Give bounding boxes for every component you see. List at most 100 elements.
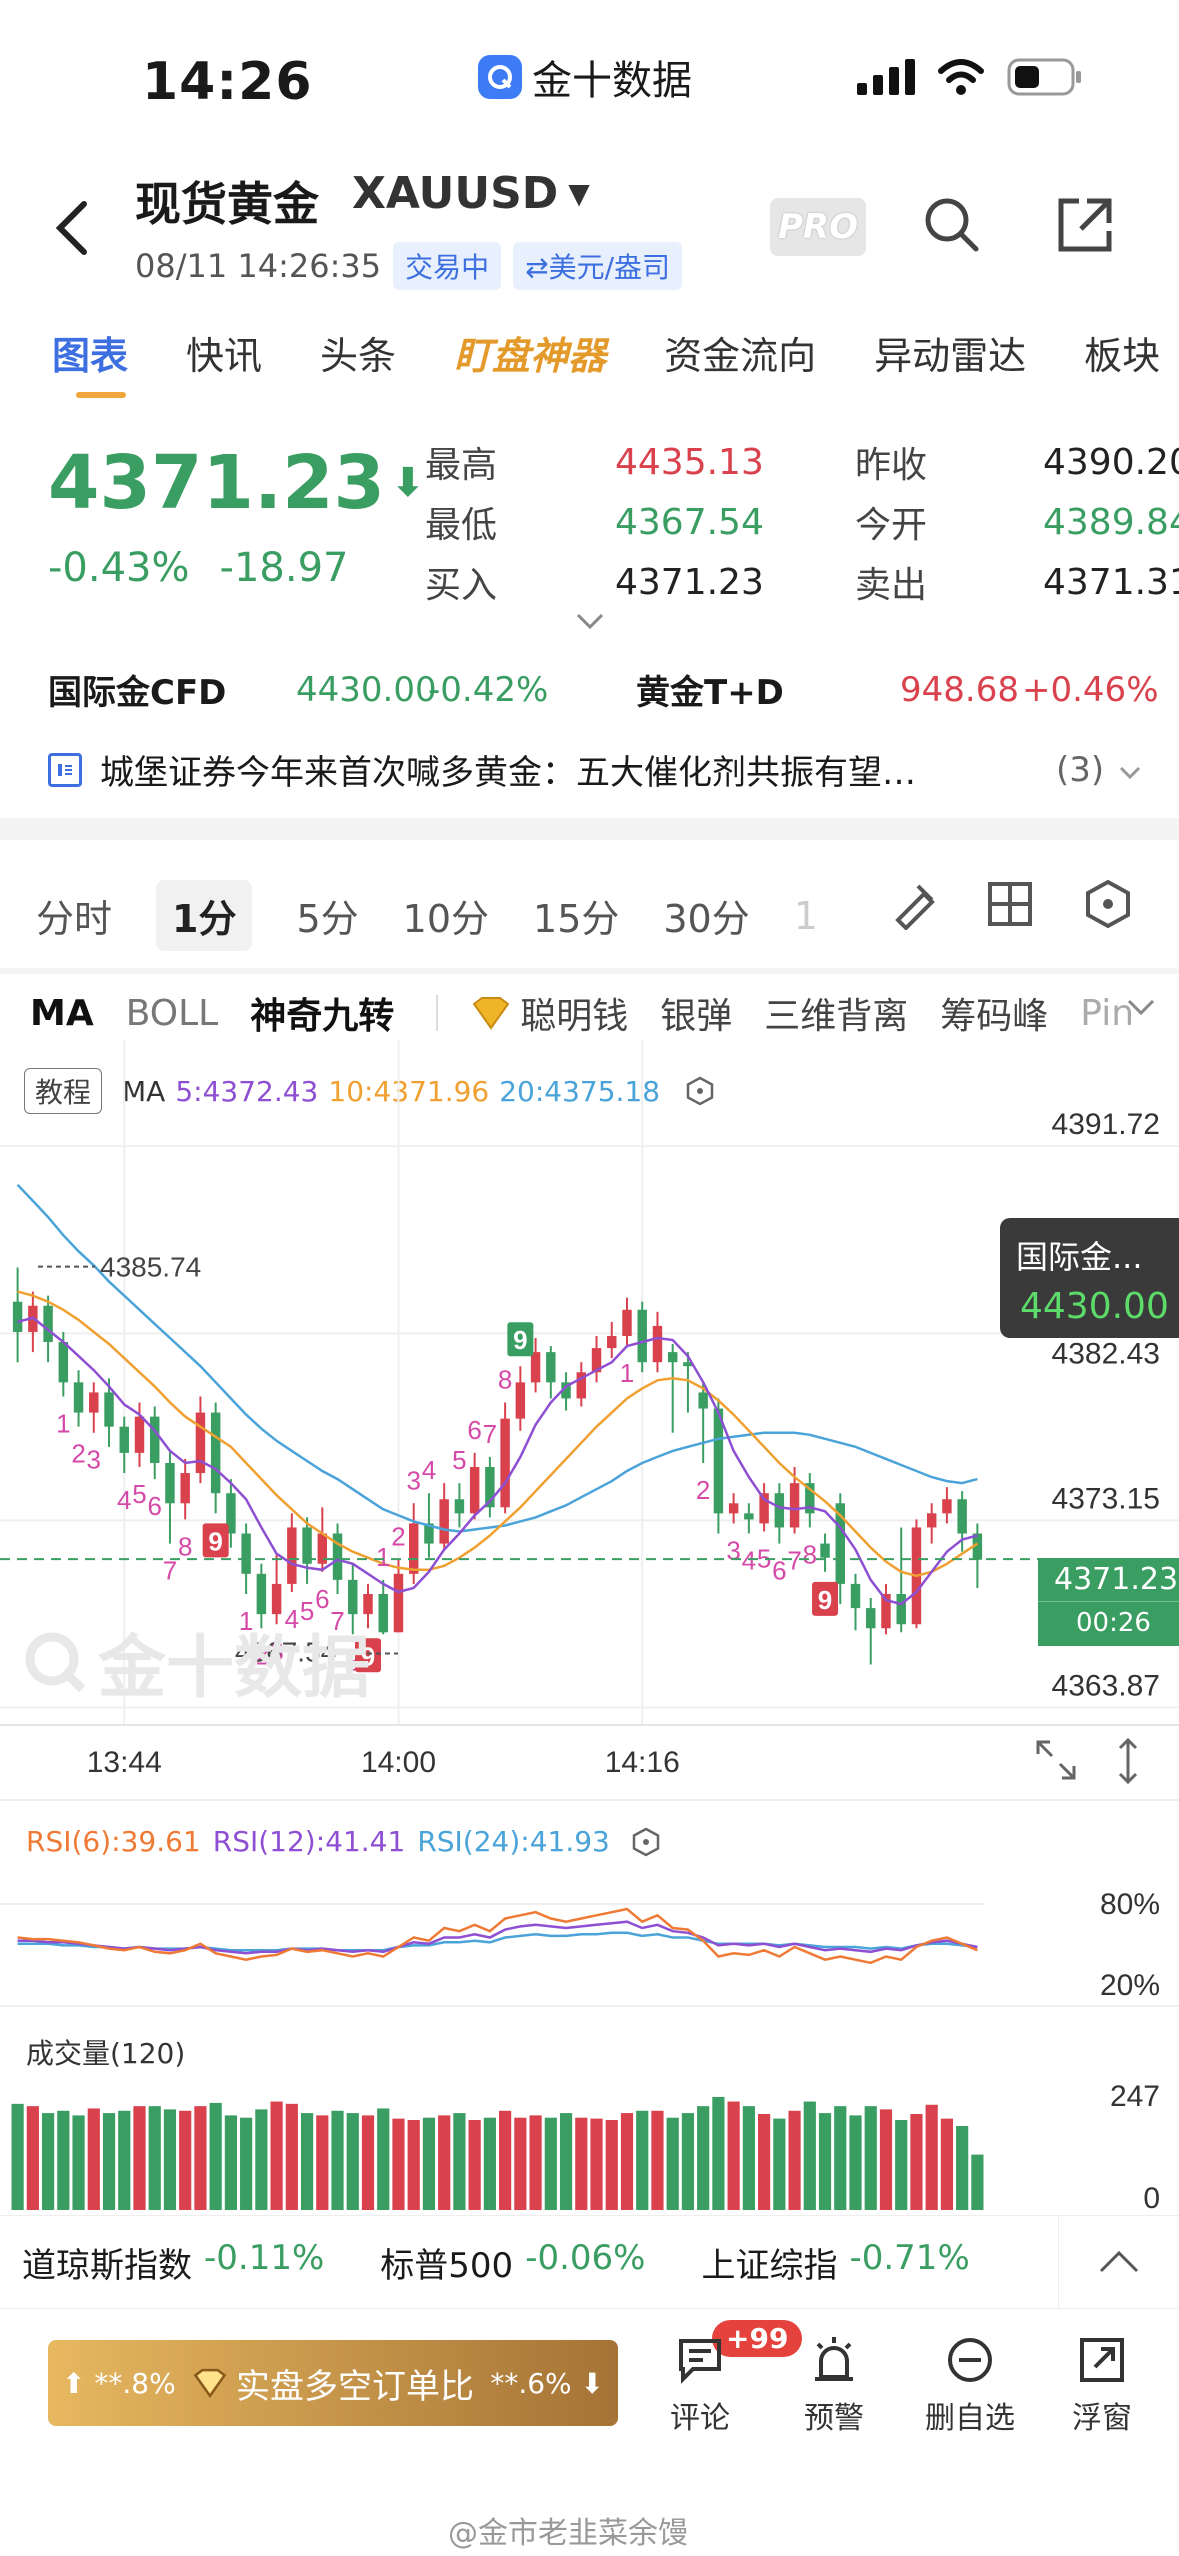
tab-fund-flow[interactable]: 资金流向 [664, 325, 816, 380]
td9-label: 2 [71, 1439, 85, 1469]
alert-label: 预警 [804, 2401, 864, 2436]
td9-label: 3 [87, 1445, 101, 1475]
period-15min[interactable]: 15分 [533, 888, 619, 943]
alert-button[interactable]: 预警 [774, 2335, 894, 2437]
candle-body [12, 1301, 23, 1332]
quote-meta: 08/11 14:26:35 交易中 ⇄美元/盎司 [135, 242, 683, 290]
news-headline: 城堡证券今年来首次喊多黄金：五大催化剂共振有望… [100, 753, 916, 793]
period-more[interactable]: 1 [794, 894, 818, 938]
tab-headlines[interactable]: 头条 [320, 325, 396, 380]
td9-label: 5 [452, 1445, 466, 1475]
battery-icon [1007, 58, 1081, 96]
volume-bar [620, 2113, 634, 2210]
x-tick-label: 14:00 [361, 1746, 436, 1779]
page-title: 现货黄金 [135, 177, 319, 231]
draw-tool-button[interactable] [888, 878, 940, 934]
volume-bar [133, 2106, 146, 2210]
indicator-divergence[interactable]: 三维背离 [764, 987, 908, 1039]
volume-bar [209, 2102, 222, 2210]
tab-chart[interactable]: 图表 [52, 325, 128, 398]
cfd-float-label[interactable]: 国际金... 4430.00 [1000, 1218, 1179, 1338]
volume-bar [681, 2113, 695, 2210]
remove-watchlist-button[interactable]: 删自选 [910, 2335, 1030, 2437]
float-window-icon [1080, 2338, 1124, 2382]
signal-icon [857, 59, 915, 95]
float-window-button[interactable]: 浮窗 [1042, 2335, 1162, 2437]
period-30min[interactable]: 30分 [663, 888, 749, 943]
indicator-chip-peak[interactable]: 筹码峰 [940, 987, 1048, 1039]
period-timeshare[interactable]: 分时 [36, 888, 112, 943]
hexagon-settings-icon[interactable] [630, 1826, 662, 1858]
search-icon [925, 198, 979, 252]
vertical-scale-button[interactable] [1114, 1736, 1142, 1790]
volume-bar [468, 2120, 481, 2210]
comment-button[interactable]: 评论 [640, 2335, 760, 2437]
watermark-text: 金十数据 [98, 1629, 371, 1708]
volume-bar [712, 2096, 725, 2210]
news-banner[interactable]: 城堡证券今年来首次喊多黄金：五大催化剂共振有望… (3) [48, 745, 1142, 794]
watermark-logo: 金十数据 [22, 1612, 370, 1711]
status-app: 金十数据 [478, 48, 692, 106]
ticker-change: -0.11% [204, 2237, 325, 2278]
td9-label: 9 [208, 1526, 222, 1556]
change-percent: -0.43% [48, 545, 190, 591]
back-button[interactable] [52, 198, 92, 273]
ticker-item[interactable]: 标普500 -0.06% [380, 2238, 645, 2287]
share-button[interactable] [1055, 195, 1115, 259]
period-5min[interactable]: 5分 [296, 888, 358, 943]
period-1min[interactable]: 1分 [156, 880, 253, 951]
indicator-smart-money[interactable]: 聪明钱 [470, 987, 628, 1039]
hexagon-settings-icon [1086, 879, 1130, 929]
indicator-expand-button[interactable] [1126, 998, 1156, 1022]
cfd-name[interactable]: 国际金CFD [48, 665, 296, 714]
indicator-td9[interactable]: 神奇九转 [250, 987, 394, 1039]
stat-value-ask: 4371.31 [1043, 561, 1179, 603]
volume-bar [956, 2126, 969, 2210]
ticker-item[interactable]: 道琼斯指数 -0.11% [22, 2238, 324, 2287]
tab-watch-tool[interactable]: 盯盘神器 [454, 325, 606, 380]
indicator-ma[interactable]: MA [30, 993, 94, 1034]
long-short-ratio-button[interactable]: ⬆ **.8% 实盘多空订单比 **.6% ⬇ [48, 2340, 618, 2426]
volume-bar [605, 2120, 618, 2210]
expand-stats-button[interactable] [575, 604, 605, 637]
candle-body [622, 1309, 632, 1336]
fullscreen-button[interactable] [1034, 1738, 1078, 1786]
volume-bar [72, 2115, 85, 2210]
ticker-collapse-button[interactable] [1058, 2216, 1179, 2308]
period-10min[interactable]: 10分 [403, 888, 489, 943]
diamond-icon [472, 997, 510, 1030]
tab-sector[interactable]: 板块 [1084, 325, 1160, 380]
y-tick-label: 4382.43 [1052, 1337, 1160, 1370]
volume-bar [925, 2104, 938, 2210]
volume-bar [544, 2117, 557, 2210]
index-ticker[interactable]: 道琼斯指数 -0.11% 标普500 -0.06% 上证综指 -0.71% [0, 2215, 1179, 2309]
volume-bar [636, 2110, 649, 2210]
volume-bar [590, 2118, 603, 2210]
volume-bar [87, 2108, 100, 2210]
tab-radar[interactable]: 异动雷达 [874, 325, 1026, 380]
volume-bar [300, 2113, 314, 2210]
pro-button[interactable]: PRO [770, 198, 866, 256]
td-name[interactable]: 黄金T+D [636, 665, 900, 714]
td9-label: 6 [147, 1491, 161, 1521]
remove-watchlist-label: 删自选 [925, 2401, 1015, 2436]
layout-button[interactable] [986, 880, 1034, 932]
stat-value-open: 4389.84 [1043, 501, 1179, 543]
ticker-change: -0.06% [525, 2237, 646, 2278]
search-button[interactable] [922, 195, 982, 259]
volume-bar [483, 2117, 496, 2210]
candle-body [546, 1352, 556, 1383]
volume-bar [392, 2118, 405, 2210]
indicator-boll[interactable]: BOLL [126, 993, 219, 1034]
volume-bar [11, 2103, 24, 2210]
ticker-item[interactable]: 上证综指 -0.71% [701, 2238, 969, 2287]
candle-body [408, 1523, 419, 1574]
chart-settings-button[interactable] [1082, 878, 1134, 934]
volume-max-label: 247 [1110, 2080, 1160, 2113]
indicator-silver-bullet[interactable]: 银弹 [660, 987, 732, 1039]
candle-body [210, 1412, 221, 1494]
tab-flash[interactable]: 快讯 [186, 325, 262, 380]
symbol-selector[interactable]: XAUUSD ▼ [352, 168, 590, 219]
rsi24-value: RSI(24):41.93 [417, 1825, 610, 1858]
unit-switch[interactable]: ⇄美元/盎司 [513, 242, 683, 290]
